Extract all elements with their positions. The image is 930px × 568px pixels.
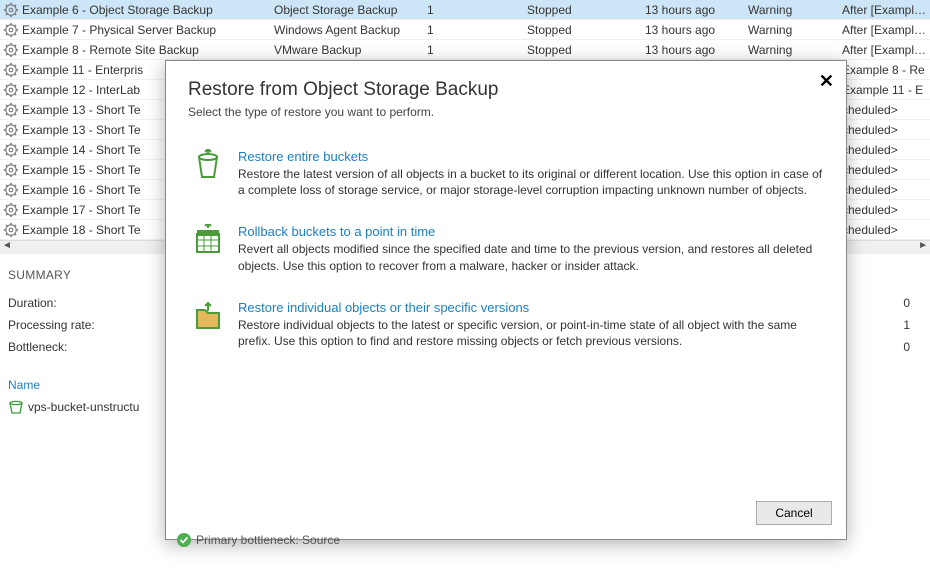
job-time: 13 hours ago bbox=[645, 43, 748, 57]
gear-icon bbox=[2, 21, 20, 39]
job-type: Windows Agent Backup bbox=[274, 23, 427, 37]
table-row[interactable]: Example 8 - Remote Site BackupVMware Bac… bbox=[0, 40, 930, 60]
restore-option: Restore entire buckets Restore the latest… bbox=[188, 149, 824, 198]
job-next: cheduled> bbox=[842, 143, 930, 157]
job-next: cheduled> bbox=[842, 223, 930, 237]
job-name: Example 7 - Physical Server Backup bbox=[22, 23, 274, 37]
dialog-subtitle: Select the type of restore you want to p… bbox=[188, 105, 824, 119]
bucket-item-label: vps-bucket-unstructu bbox=[28, 400, 139, 414]
gear-icon bbox=[2, 161, 20, 179]
gear-icon bbox=[2, 141, 20, 159]
gear-icon bbox=[2, 221, 20, 239]
job-state: Stopped bbox=[527, 3, 645, 17]
job-count: 1 bbox=[427, 23, 527, 37]
job-count: 1 bbox=[427, 43, 527, 57]
option-description: Revert all objects modified since the sp… bbox=[238, 241, 824, 273]
job-type: VMware Backup bbox=[274, 43, 427, 57]
job-time: 13 hours ago bbox=[645, 3, 748, 17]
gear-icon bbox=[2, 1, 20, 19]
cancel-button[interactable]: Cancel bbox=[756, 501, 832, 525]
close-icon[interactable]: ✕ bbox=[819, 71, 834, 92]
gear-icon bbox=[2, 101, 20, 119]
job-state: Stopped bbox=[527, 23, 645, 37]
option-icon bbox=[188, 224, 228, 260]
gear-icon bbox=[2, 41, 20, 59]
option-title-link[interactable]: Restore individual objects or their spec… bbox=[238, 300, 824, 315]
dialog-header: ✕ Restore from Object Storage Backup Sel… bbox=[166, 61, 846, 129]
job-name: Example 6 - Object Storage Backup bbox=[22, 3, 274, 17]
job-next: cheduled> bbox=[842, 103, 930, 117]
status-peek: Primary bottleneck: Source bbox=[176, 532, 340, 548]
gear-icon bbox=[2, 81, 20, 99]
job-next: Example 8 - Re bbox=[842, 63, 930, 77]
option-description: Restore individual objects to the latest… bbox=[238, 317, 824, 349]
restore-option: Rollback buckets to a point in time Rever… bbox=[188, 224, 824, 273]
job-next: After [Example 4 - Ex bbox=[842, 3, 930, 17]
job-type: Object Storage Backup bbox=[274, 3, 427, 17]
option-icon bbox=[188, 149, 228, 185]
restore-option: Restore individual objects or their spec… bbox=[188, 300, 824, 349]
bucket-icon bbox=[8, 400, 24, 414]
status-peek-text: Primary bottleneck: Source bbox=[196, 533, 340, 547]
dialog-title: Restore from Object Storage Backup bbox=[188, 79, 824, 101]
dialog-body: Restore entire buckets Restore the latest… bbox=[166, 129, 846, 491]
gear-icon bbox=[2, 201, 20, 219]
restore-dialog: ✕ Restore from Object Storage Backup Sel… bbox=[165, 60, 847, 540]
option-description: Restore the latest version of all object… bbox=[238, 166, 824, 198]
job-status: Warning bbox=[748, 3, 842, 17]
job-status: Warning bbox=[748, 23, 842, 37]
option-icon bbox=[188, 300, 228, 336]
job-next: Example 11 - E bbox=[842, 83, 930, 97]
table-row[interactable]: Example 7 - Physical Server BackupWindow… bbox=[0, 20, 930, 40]
job-next: cheduled> bbox=[842, 163, 930, 177]
success-icon bbox=[176, 532, 192, 548]
job-state: Stopped bbox=[527, 43, 645, 57]
job-status: Warning bbox=[748, 43, 842, 57]
job-next: cheduled> bbox=[842, 183, 930, 197]
table-row[interactable]: Example 6 - Object Storage BackupObject … bbox=[0, 0, 930, 20]
option-title-link[interactable]: Restore entire buckets bbox=[238, 149, 824, 164]
job-name: Example 8 - Remote Site Backup bbox=[22, 43, 274, 57]
job-count: 1 bbox=[427, 3, 527, 17]
job-next: cheduled> bbox=[842, 203, 930, 217]
gear-icon bbox=[2, 61, 20, 79]
job-next: After [Example 7 - Ph bbox=[842, 43, 930, 57]
gear-icon bbox=[2, 181, 20, 199]
option-title-link[interactable]: Rollback buckets to a point in time bbox=[238, 224, 824, 239]
job-time: 13 hours ago bbox=[645, 23, 748, 37]
job-next: cheduled> bbox=[842, 123, 930, 137]
gear-icon bbox=[2, 121, 20, 139]
job-next: After [Example 6 - O.. bbox=[842, 23, 930, 37]
